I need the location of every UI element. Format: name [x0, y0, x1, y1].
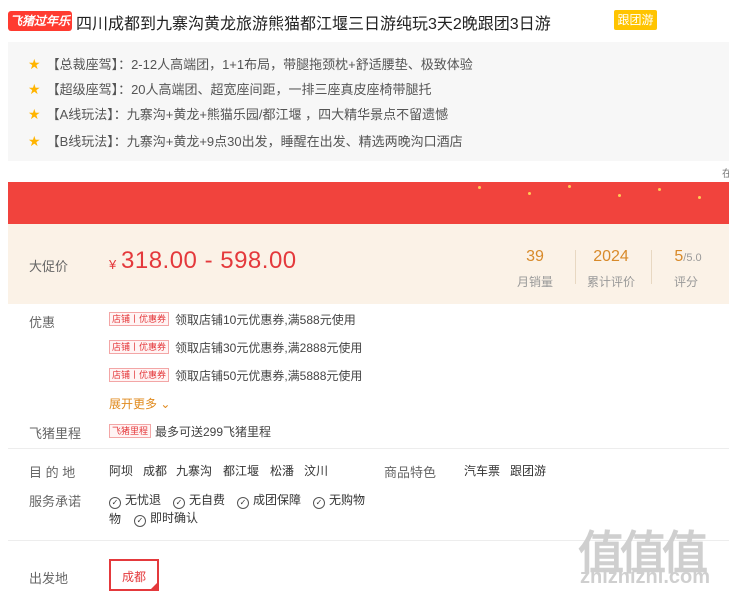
coupon-tag: 店铺丨优惠券	[109, 312, 170, 326]
promo-banner[interactable]	[8, 182, 729, 224]
features-label: 商品特色	[384, 465, 437, 480]
rating-value: 5/5.0	[674, 248, 702, 265]
service-item: ✓ 成团保障	[237, 491, 301, 509]
total-reviews-label[interactable]: 累计评价	[581, 273, 641, 290]
check-circle-icon: ✓	[173, 497, 185, 509]
divider	[575, 250, 576, 284]
star-icon: ★	[28, 81, 41, 97]
destination-label: 目 的 地	[29, 465, 76, 480]
star-icon: ★	[28, 56, 41, 72]
destination-item[interactable]: 九寨沟	[176, 462, 212, 479]
price-value: 318.00 - 598.00	[121, 247, 297, 274]
check-circle-icon: ✓	[237, 497, 249, 509]
highlight-item: ★ 【超级座驾】：20人高端团、超宽座间距，一排三座真皮座椅带腿托	[28, 81, 432, 97]
mileage-text: 最多可送299飞猪里程	[155, 425, 272, 439]
service-label: 服务承诺	[29, 494, 82, 509]
check-circle-icon: ✓	[134, 515, 146, 527]
feature-item[interactable]: 汽车票	[464, 462, 500, 479]
service-item: ✓ 即时确认	[134, 509, 198, 527]
total-reviews-value[interactable]: 2024	[581, 248, 641, 266]
promo-badge: 飞猪过年乐	[8, 11, 72, 31]
coupon-label: 优惠	[29, 315, 56, 330]
check-circle-icon: ✓	[109, 497, 121, 509]
departure-city-option[interactable]: 成都	[109, 559, 159, 591]
destination-item[interactable]: 都江堰	[223, 462, 259, 479]
service-item: ✓ 无购物	[313, 491, 365, 509]
check-circle-icon: ✓	[313, 497, 325, 509]
price-label: 大促价	[29, 259, 69, 274]
coupon-tag: 店铺丨优惠券	[109, 368, 170, 382]
star-icon: ★	[28, 133, 41, 149]
service-item-wrap: 物	[109, 512, 122, 526]
service-item: ✓ 无自费	[173, 491, 225, 509]
destination-item[interactable]: 汶川	[304, 462, 328, 479]
monthly-sales-label: 月销量	[516, 275, 553, 289]
product-title: 四川成都到九寨沟黄龙旅游熊猫都江堰三日游纯玩3天2晚跟团3日游	[76, 16, 551, 33]
destination-item[interactable]: 成都	[143, 462, 167, 479]
divider	[651, 250, 652, 284]
departure-label: 出发地	[29, 571, 69, 586]
coupon-item[interactable]: 领取店铺30元优惠券,满2888元使用	[175, 339, 362, 356]
chevron-down-icon: ⌄	[160, 397, 171, 411]
coupon-tag: 店铺丨优惠券	[109, 340, 170, 354]
mileage-label: 飞猪里程	[29, 426, 82, 441]
highlight-item: ★ 【B线玩法】：九寨沟+黄龙+9点30出发，睡醒在出发、精选两晚沟口酒店	[28, 133, 463, 149]
monthly-sales-value: 39	[526, 248, 544, 265]
coupon-item[interactable]: 领取店铺10元优惠券,满588元使用	[175, 311, 356, 328]
mileage-tag: 飞猪里程	[109, 424, 152, 438]
coupon-item[interactable]: 领取店铺50元优惠券,满5888元使用	[175, 367, 362, 384]
highlight-item: ★ 【A线玩法】：九寨沟+黄龙+熊猫乐园/都江堰 ，四大精华景点不留遗憾	[28, 106, 449, 122]
feature-item[interactable]: 跟团游	[510, 462, 546, 479]
corner-mark: 在	[722, 169, 729, 180]
destination-item[interactable]: 松潘	[270, 462, 294, 479]
expand-more-link[interactable]: 展开更多 ⌄	[109, 395, 170, 412]
destination-item[interactable]: 阿坝	[109, 462, 133, 479]
service-item: ✓ 无忧退	[109, 491, 161, 509]
watermark-url: zhizhizhi.com	[580, 566, 710, 588]
rating-label: 评分	[673, 275, 698, 289]
highlight-item: ★ 【总裁座驾】：2-12人高端团，1+1布局，带腿拖颈枕+舒适腰垫、极致体验	[28, 56, 473, 72]
tour-type-tag: 跟团游	[614, 10, 657, 30]
divider	[8, 448, 729, 449]
currency-symbol: ¥	[109, 257, 117, 272]
star-icon: ★	[28, 106, 41, 122]
selected-corner-icon	[149, 581, 159, 591]
